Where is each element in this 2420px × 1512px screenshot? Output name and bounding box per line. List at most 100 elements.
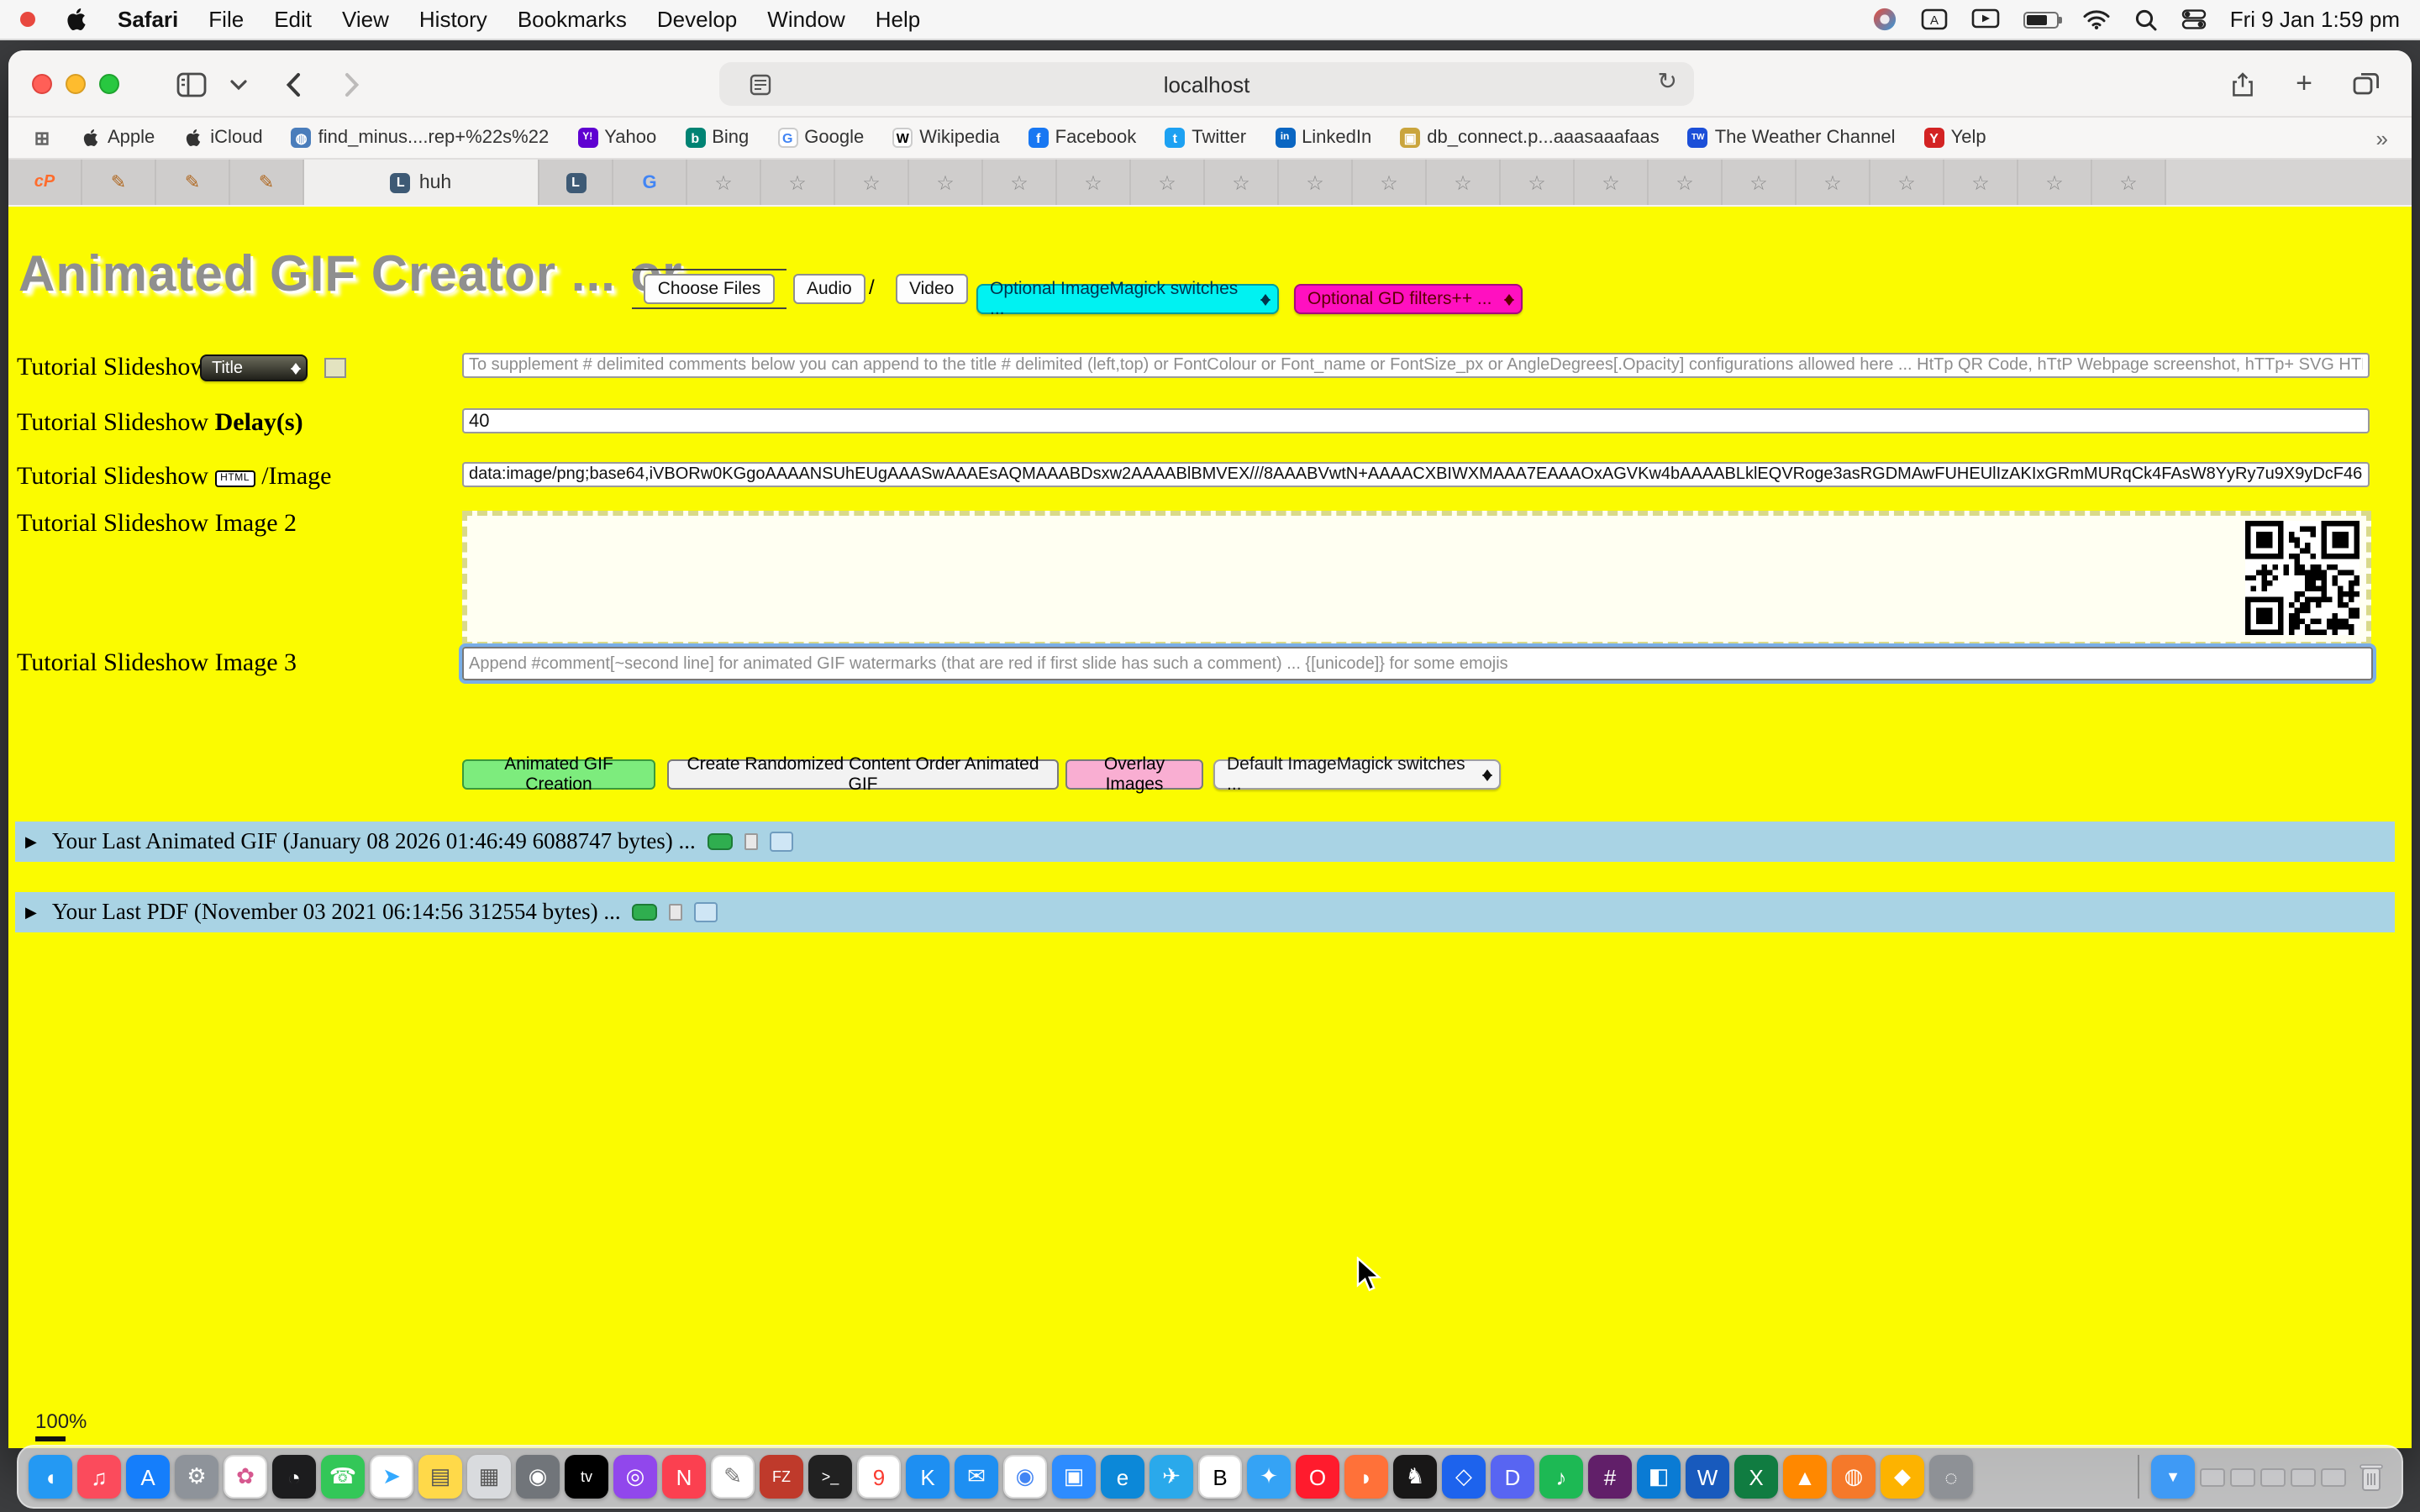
gd-filters-select[interactable]: Optional GD filters++ ... (1294, 284, 1523, 314)
dock-system-settings-icon[interactable]: ⚙ (175, 1455, 218, 1499)
screen-recording-indicator[interactable] (20, 12, 35, 27)
tab[interactable]: ☆ (1205, 160, 1279, 205)
gray-doc-icon[interactable] (744, 833, 758, 850)
zoom-window-button[interactable] (99, 74, 119, 94)
blue-app-icon[interactable] (695, 902, 718, 922)
menu-history[interactable]: History (419, 7, 487, 32)
dock-textedit-icon[interactable]: ✎ (711, 1455, 755, 1499)
bookmark-facebook[interactable]: fFacebook (1028, 128, 1137, 148)
bookmark-twitter[interactable]: tTwitter (1165, 128, 1246, 148)
dock-spotify-icon[interactable]: ♪ (1539, 1455, 1583, 1499)
title-config-input[interactable] (462, 353, 2370, 378)
tab[interactable]: ☆ (1353, 160, 1427, 205)
tab[interactable]: ☆ (983, 160, 1057, 205)
dock-notes-icon[interactable]: ▤ (418, 1455, 462, 1499)
spotlight-search-icon[interactable] (2134, 8, 2158, 31)
app-logo-icon[interactable] (1872, 7, 1897, 32)
tab[interactable]: ☆ (1797, 160, 1870, 205)
dock-camera-icon[interactable]: ◉ (516, 1455, 560, 1499)
dock-podcasts-icon[interactable]: ◎ (613, 1455, 657, 1499)
bookmark-favorites[interactable]: ⊞ (32, 128, 52, 148)
dock-preview-icon[interactable]: ◌ (1929, 1455, 1973, 1499)
reload-icon[interactable]: ↻ (1658, 67, 1677, 96)
menu-window[interactable]: Window (767, 7, 845, 32)
dock-clock-icon[interactable]: ◔ (272, 1455, 316, 1499)
tab[interactable]: ☆ (1057, 160, 1131, 205)
tab[interactable]: ☆ (1649, 160, 1723, 205)
minimized-window-thumbnail[interactable] (2260, 1467, 2286, 1486)
tab-overview-icon[interactable] (2348, 67, 2385, 101)
minimize-window-button[interactable] (66, 74, 86, 94)
dock-tv-icon[interactable]: tv (565, 1455, 608, 1499)
tab[interactable]: ☆ (2092, 160, 2166, 205)
close-window-button[interactable] (32, 74, 52, 94)
menubar-clock[interactable]: Fri 9 Jan 1:59 pm (2230, 7, 2400, 32)
video-button[interactable]: Video (896, 274, 967, 304)
dock-excel-icon[interactable]: X (1734, 1455, 1778, 1499)
dock-mail-icon[interactable]: ✉ (955, 1455, 998, 1499)
tab[interactable]: ☆ (1575, 160, 1649, 205)
tab[interactable]: ☆ (1501, 160, 1575, 205)
tab[interactable]: ☆ (1427, 160, 1501, 205)
chevron-down-icon[interactable] (227, 67, 250, 101)
url-field[interactable]: localhost ↻ (719, 62, 1694, 106)
dock-maps-icon[interactable]: ➤ (370, 1455, 413, 1499)
dock-docker-icon[interactable]: ◇ (1442, 1455, 1486, 1499)
blue-app-icon[interactable] (770, 832, 793, 852)
choose-files-button[interactable]: Choose Files (644, 274, 775, 304)
bookmark-wikipedia[interactable]: WWikipedia (892, 128, 999, 148)
dock-vlc-icon[interactable]: ▲ (1783, 1455, 1827, 1499)
menu-file[interactable]: File (208, 7, 244, 32)
dock-calendar-icon[interactable]: 9 (857, 1455, 901, 1499)
back-icon[interactable] (274, 67, 311, 101)
bookmark-apple[interactable]: Apple (81, 128, 155, 148)
input-source-icon[interactable]: A (1921, 8, 1948, 30)
dock-slack-icon[interactable]: # (1588, 1455, 1632, 1499)
menu-bookmarks[interactable]: Bookmarks (518, 7, 627, 32)
screen-mirroring-icon[interactable] (1971, 8, 2000, 30)
dock-chrome-icon[interactable]: ◉ (1003, 1455, 1047, 1499)
dock-filezilla-icon[interactable]: FZ (760, 1455, 803, 1499)
data-url-input[interactable] (462, 462, 2370, 487)
tab[interactable]: ☆ (909, 160, 983, 205)
imagemagick-switches-select[interactable]: Optional ImageMagick switches ... (976, 284, 1279, 314)
dock-telegram-icon[interactable]: ✈ (1150, 1455, 1193, 1499)
title-select[interactable]: Title (200, 354, 308, 381)
bookmark-yelp[interactable]: YYelp (1924, 128, 1986, 148)
dock-word-icon[interactable]: W (1686, 1455, 1729, 1499)
bookmark-icloud[interactable]: iCloud (183, 128, 262, 148)
dock-vscode-icon[interactable]: ◧ (1637, 1455, 1681, 1499)
dock-edge-icon[interactable]: e (1101, 1455, 1144, 1499)
minimized-window-thumbnail[interactable] (2291, 1467, 2316, 1486)
tab[interactable]: ☆ (2018, 160, 2092, 205)
menu-help[interactable]: Help (876, 7, 921, 32)
menu-develop[interactable]: Develop (657, 7, 737, 32)
page-settings-icon[interactable] (750, 74, 771, 101)
overlay-images-button[interactable]: Overlay Images (1065, 759, 1203, 790)
dock-facetime-icon[interactable]: ☎ (321, 1455, 365, 1499)
battery-icon[interactable] (2023, 11, 2059, 28)
audio-button[interactable]: Audio (793, 274, 865, 304)
dock-news-icon[interactable]: N (662, 1455, 706, 1499)
dock-discord-icon[interactable]: D (1491, 1455, 1534, 1499)
dock-music-icon[interactable]: ♫ (77, 1455, 121, 1499)
minimized-window-thumbnail[interactable] (2200, 1467, 2225, 1486)
active-app-name[interactable]: Safari (118, 7, 178, 32)
animated-gif-creation-button[interactable]: Animated GIF Creation (462, 759, 655, 790)
tab[interactable]: ✎ (82, 160, 156, 205)
image2-drop-area[interactable] (462, 511, 2371, 647)
bookmark-bing[interactable]: bBing (685, 128, 749, 148)
share-icon[interactable] (2223, 67, 2260, 101)
last-pdf-bar[interactable]: ▶ Your Last PDF (November 03 2021 06:14:… (15, 892, 2395, 932)
tab[interactable]: ✎ (156, 160, 230, 205)
dock-zoom-icon[interactable]: ▣ (1052, 1455, 1096, 1499)
dock-safari-icon[interactable]: ✦ (1247, 1455, 1291, 1499)
menu-edit[interactable]: Edit (274, 7, 312, 32)
control-center-icon[interactable] (2181, 8, 2207, 30)
dock-blender-icon[interactable]: ◍ (1832, 1455, 1876, 1499)
tab[interactable]: ☆ (1870, 160, 1944, 205)
dock-launchpad-icon[interactable]: ▦ (467, 1455, 511, 1499)
delay-input[interactable] (462, 408, 2370, 433)
tab[interactable]: ☆ (1279, 160, 1353, 205)
bookmark-google[interactable]: GGoogle (777, 128, 864, 148)
